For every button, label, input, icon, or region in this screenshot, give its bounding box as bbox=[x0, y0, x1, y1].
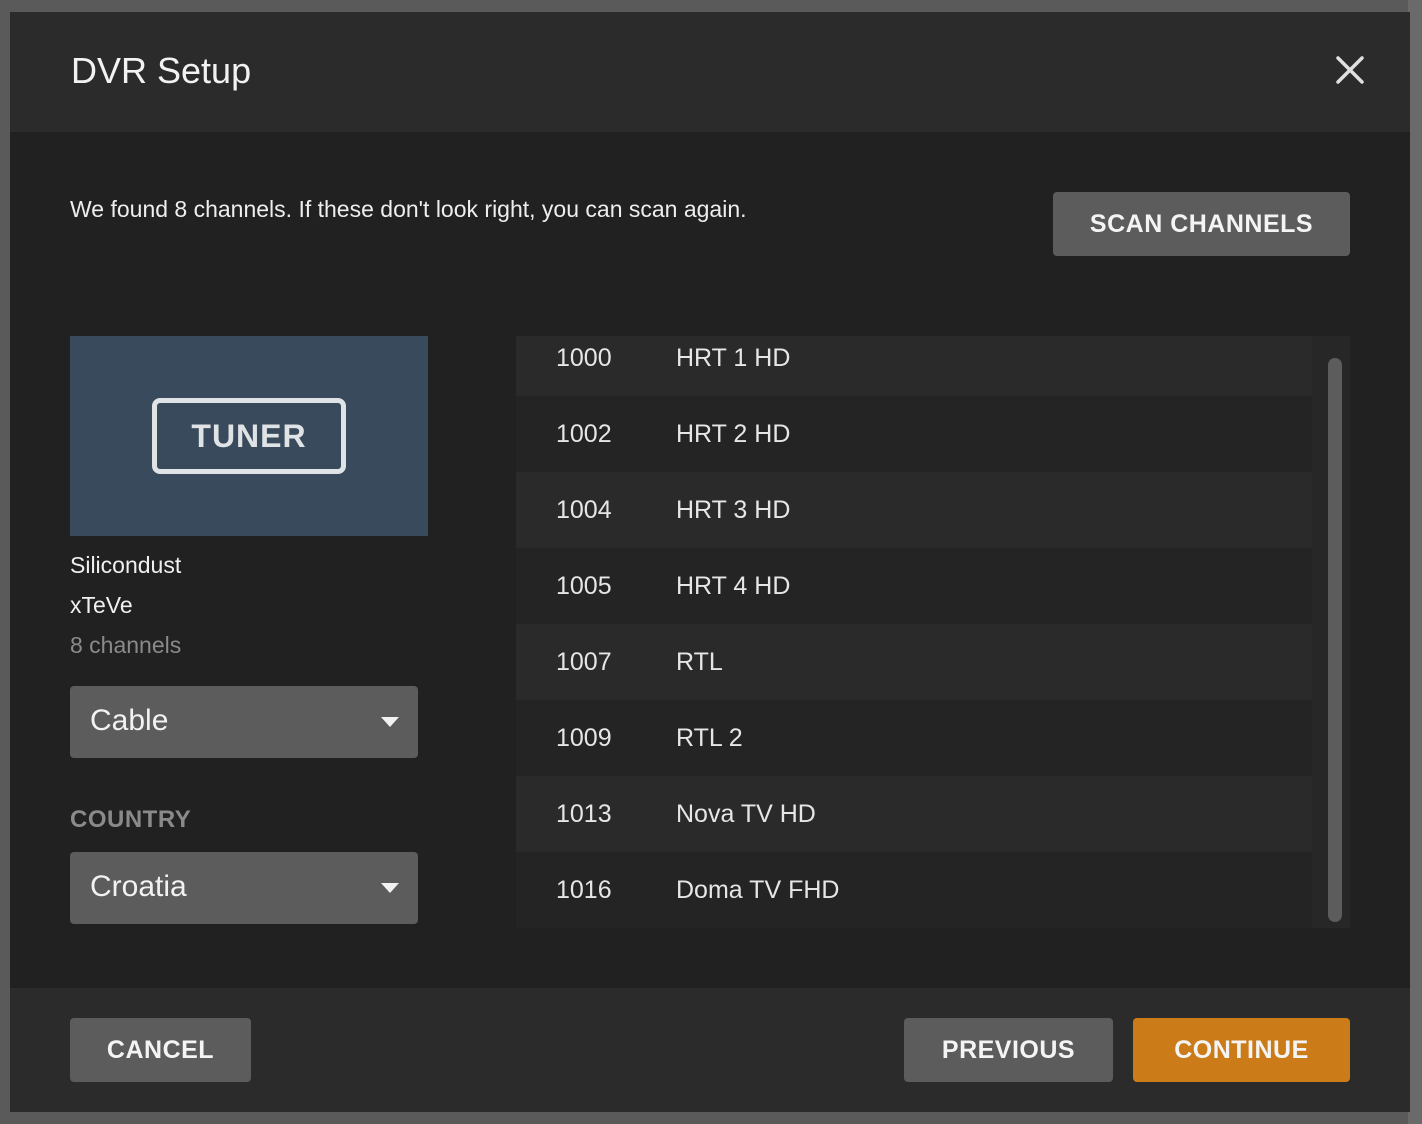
close-icon bbox=[1336, 56, 1364, 84]
tuner-badge: TUNER bbox=[152, 398, 346, 474]
channel-number: 1013 bbox=[556, 800, 612, 828]
channel-name: HRT 3 HD bbox=[676, 496, 791, 524]
dialog-title: DVR Setup bbox=[71, 50, 252, 91]
channel-name: RTL 2 bbox=[676, 724, 743, 752]
channel-number: 1016 bbox=[556, 876, 612, 904]
channel-row: 1013 Nova TV HD bbox=[516, 776, 1312, 852]
channel-name: HRT 2 HD bbox=[676, 420, 791, 448]
country-label: COUNTRY bbox=[70, 806, 192, 833]
channel-number: 1005 bbox=[556, 572, 612, 600]
country-select[interactable]: Croatia bbox=[70, 852, 418, 924]
scan-result-message: We found 8 channels. If these don't look… bbox=[70, 196, 747, 222]
channel-number: 1004 bbox=[556, 496, 612, 524]
channel-name: Doma TV FHD bbox=[676, 876, 840, 904]
channel-number: 1007 bbox=[556, 648, 612, 676]
channel-row: 1016 Doma TV FHD bbox=[516, 852, 1312, 928]
close-button[interactable] bbox=[1332, 52, 1368, 88]
channel-number: 1009 bbox=[556, 724, 612, 752]
channel-name: HRT 4 HD bbox=[676, 572, 791, 600]
channel-row: 1005 HRT 4 HD bbox=[516, 548, 1312, 624]
cancel-button[interactable]: CANCEL bbox=[70, 1018, 251, 1082]
caret-down-icon bbox=[381, 883, 399, 893]
signal-type-select[interactable]: Cable bbox=[70, 686, 418, 758]
previous-button[interactable]: PREVIOUS bbox=[904, 1018, 1113, 1082]
background-page-edge bbox=[1408, 0, 1422, 1124]
scan-channels-button[interactable]: SCAN CHANNELS bbox=[1053, 192, 1350, 256]
channel-list-scrollbar[interactable] bbox=[1328, 358, 1342, 922]
device-model: xTeVe bbox=[70, 592, 133, 618]
device-brand: Silicondust bbox=[70, 552, 182, 578]
channel-row: 1007 RTL bbox=[516, 624, 1312, 700]
signal-type-value: Cable bbox=[90, 704, 169, 737]
dialog-header: DVR Setup bbox=[10, 12, 1410, 132]
continue-button[interactable]: CONTINUE bbox=[1133, 1018, 1350, 1082]
channel-number: 1002 bbox=[556, 420, 612, 448]
channel-name: RTL bbox=[676, 648, 723, 676]
channel-name: HRT 1 HD bbox=[676, 344, 791, 372]
scrollbar-thumb[interactable] bbox=[1328, 358, 1342, 922]
channel-name: Nova TV HD bbox=[676, 800, 816, 828]
device-channel-count: 8 channels bbox=[70, 632, 182, 658]
caret-down-icon bbox=[381, 717, 399, 727]
dvr-setup-dialog: DVR Setup We found 8 channels. If these … bbox=[10, 12, 1410, 1112]
country-value: Croatia bbox=[90, 870, 187, 903]
channel-list[interactable]: 1000 HRT 1 HD 1002 HRT 2 HD 1004 HRT 3 H… bbox=[516, 336, 1350, 928]
channel-row: 1002 HRT 2 HD bbox=[516, 396, 1312, 472]
channel-row: 1004 HRT 3 HD bbox=[516, 472, 1312, 548]
channel-number: 1000 bbox=[556, 344, 612, 372]
tuner-image: TUNER bbox=[70, 336, 428, 536]
channel-row: 1009 RTL 2 bbox=[516, 700, 1312, 776]
